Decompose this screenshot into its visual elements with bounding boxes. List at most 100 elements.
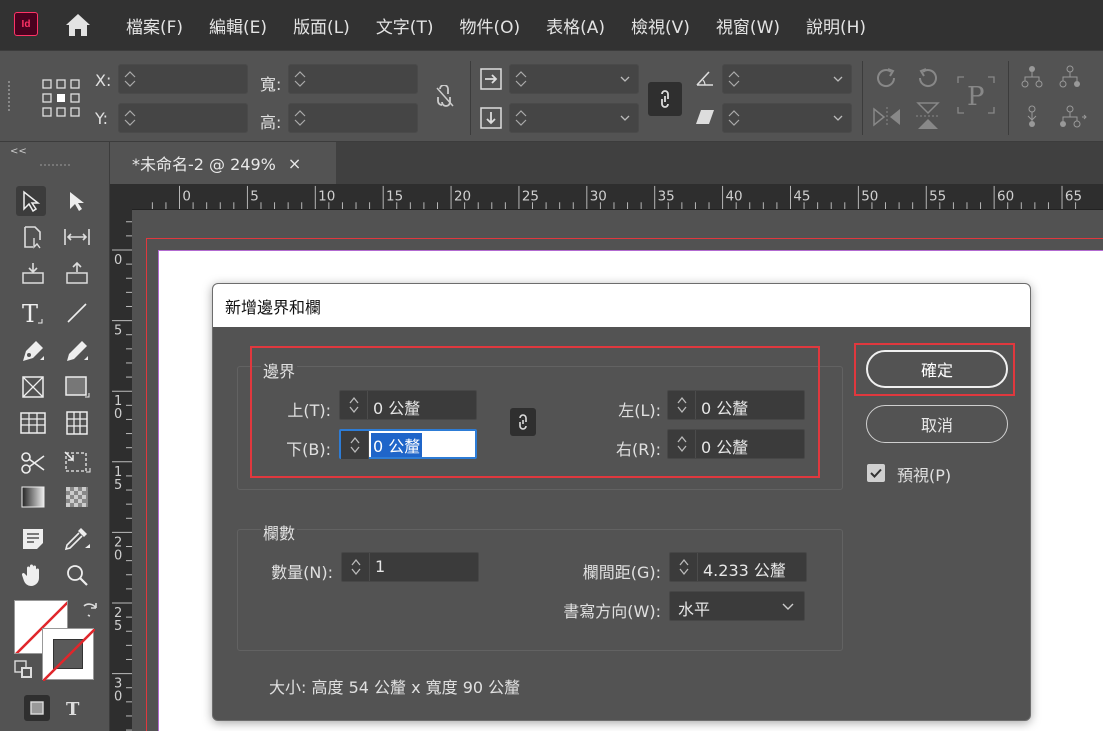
- constrain-link-icon[interactable]: [434, 85, 456, 109]
- spinner-icon[interactable]: [727, 108, 741, 128]
- none-color-icon: [43, 629, 95, 681]
- selection-tool[interactable]: [16, 186, 46, 216]
- rotation-field[interactable]: [722, 64, 852, 94]
- hand-tool[interactable]: [18, 560, 48, 590]
- menu-file[interactable]: 檔案(F): [126, 13, 183, 38]
- cancel-button[interactable]: 取消: [866, 405, 1008, 443]
- divider: [1008, 61, 1009, 135]
- menu-object[interactable]: 物件(O): [459, 13, 520, 38]
- indesign-logo: Id: [14, 12, 38, 36]
- select-container-icon[interactable]: [1020, 65, 1044, 89]
- column-number-input[interactable]: 1: [341, 552, 479, 582]
- paragraph-frame-icon[interactable]: P: [956, 75, 996, 115]
- spinner-icon[interactable]: [293, 108, 307, 128]
- spinner-icon: [678, 558, 689, 576]
- spinner-icon[interactable]: [123, 69, 137, 89]
- menu-window[interactable]: 視窗(W): [716, 13, 780, 38]
- x-field[interactable]: [118, 64, 248, 94]
- free-transform-tool[interactable]: [62, 448, 92, 478]
- chevron-down-icon[interactable]: [620, 74, 630, 84]
- rotate-counterclockwise-icon[interactable]: [914, 65, 940, 91]
- width-field[interactable]: [288, 64, 418, 94]
- close-tab-icon[interactable]: ×: [288, 154, 301, 173]
- select-next-icon[interactable]: [1058, 65, 1088, 89]
- spinner[interactable]: [670, 553, 698, 581]
- column-number-label: 數量(N):: [271, 563, 333, 582]
- direct-selection-tool[interactable]: [62, 186, 92, 216]
- select-previous-icon[interactable]: [1058, 105, 1088, 129]
- scale-x-field[interactable]: [509, 64, 639, 94]
- vertical-ruler[interactable]: 051015202530: [110, 184, 132, 731]
- menu-edit[interactable]: 編輯(E): [209, 13, 267, 38]
- spinner-icon[interactable]: [293, 69, 307, 89]
- preview-label[interactable]: 預視(P): [897, 462, 951, 486]
- spinner-icon[interactable]: [514, 69, 528, 89]
- reference-point-icon[interactable]: [42, 79, 80, 117]
- scale-y-field[interactable]: [509, 103, 639, 133]
- dialog-title-bar[interactable]: 新增邊界和欄: [213, 284, 1030, 327]
- ruler-label: 5: [114, 619, 122, 634]
- flip-horizontal-icon[interactable]: [872, 105, 902, 129]
- spinner-icon: [350, 558, 361, 576]
- collapse-toolbox[interactable]: <<: [10, 146, 27, 157]
- menu-table[interactable]: 表格(A): [546, 13, 605, 38]
- menu-layout[interactable]: 版面(L): [293, 13, 350, 38]
- content-collector-icon: [22, 263, 44, 284]
- pencil-tool[interactable]: [62, 336, 92, 366]
- pen-tool[interactable]: [18, 336, 48, 366]
- spinner-icon[interactable]: [123, 108, 137, 128]
- vertical-table-tool[interactable]: [62, 408, 92, 438]
- menu-items: 檔案(F) 編輯(E) 版面(L) 文字(T) 物件(O) 表格(A) 檢視(V…: [126, 0, 892, 50]
- menu-type[interactable]: 文字(T): [376, 13, 434, 38]
- free-transform-icon: [64, 451, 91, 473]
- type-tool-icon: T: [22, 300, 43, 326]
- svg-text:T: T: [66, 699, 80, 717]
- gradient-swatch-tool[interactable]: [18, 482, 48, 512]
- swap-colors-icon[interactable]: [80, 600, 100, 620]
- rotate-clockwise-icon[interactable]: [874, 65, 900, 91]
- spinner-icon[interactable]: [727, 69, 741, 89]
- home-icon[interactable]: [64, 12, 92, 38]
- chevron-down-icon[interactable]: [833, 74, 843, 84]
- content-placer-tool[interactable]: [62, 258, 92, 288]
- default-colors-icon[interactable]: [14, 660, 34, 680]
- toolbox-grip[interactable]: [40, 164, 70, 168]
- note-tool[interactable]: [18, 524, 48, 554]
- stroke-swatch[interactable]: [42, 628, 95, 681]
- eyedropper-tool[interactable]: [62, 524, 92, 554]
- constrain-scale-button[interactable]: [648, 82, 682, 116]
- spinner-icon[interactable]: [514, 108, 528, 128]
- format-container-button[interactable]: [24, 695, 50, 721]
- writing-direction-select[interactable]: 水平: [669, 591, 805, 621]
- rectangle-frame-tool[interactable]: [18, 372, 48, 402]
- gradient-icon: [21, 486, 45, 508]
- menu-help[interactable]: 說明(H): [806, 13, 866, 38]
- gutter-input[interactable]: 4.233 公釐: [669, 552, 807, 582]
- y-field[interactable]: [118, 103, 248, 133]
- chevron-down-icon[interactable]: [620, 113, 630, 123]
- horizontal-ruler[interactable]: 0 5 10 15 20 25 30 35 40 45 50 55 60 65: [132, 184, 1103, 210]
- page-tool[interactable]: [18, 222, 48, 252]
- gap-tool[interactable]: [62, 222, 92, 252]
- scissors-tool[interactable]: [18, 448, 48, 478]
- panel-grip[interactable]: [8, 81, 11, 111]
- gradient-feather-tool[interactable]: [62, 482, 92, 512]
- chevron-down-icon[interactable]: [833, 113, 843, 123]
- table-tool[interactable]: [18, 408, 48, 438]
- menu-view[interactable]: 檢視(V): [631, 13, 690, 38]
- format-text-button[interactable]: T: [60, 695, 86, 721]
- height-field[interactable]: [288, 103, 418, 133]
- cancel-button-label: 取消: [920, 416, 953, 435]
- preview-checkbox[interactable]: [867, 464, 885, 482]
- shear-field[interactable]: [722, 103, 852, 133]
- line-tool[interactable]: [62, 298, 92, 328]
- text-format-icon: T: [66, 699, 80, 717]
- zoom-tool[interactable]: [62, 560, 92, 590]
- document-tab[interactable]: *未命名-2 @ 249% ×: [110, 142, 336, 184]
- spinner[interactable]: [342, 553, 370, 581]
- rectangle-tool[interactable]: [62, 372, 92, 402]
- type-tool[interactable]: T: [18, 298, 48, 328]
- flip-vertical-icon[interactable]: [914, 101, 942, 131]
- content-collector-tool[interactable]: [18, 258, 48, 288]
- select-content-icon[interactable]: [1020, 105, 1044, 129]
